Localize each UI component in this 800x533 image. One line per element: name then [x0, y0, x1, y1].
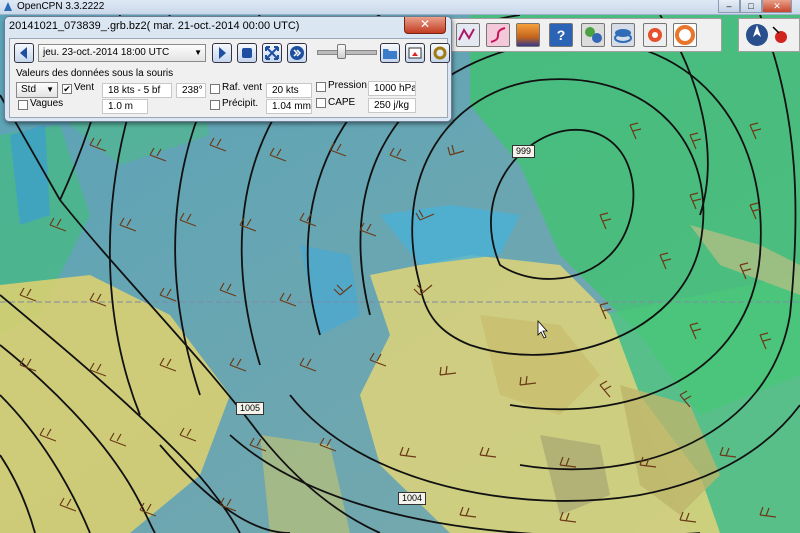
- next-time-button[interactable]: [212, 43, 232, 63]
- pressure-field: 1000 hPa: [368, 81, 416, 96]
- play-button[interactable]: [287, 43, 307, 63]
- grib-dialog: 20141021_073839_.grb.bz2( mar. 21-oct.-2…: [4, 16, 452, 122]
- isobar-label-999: 999: [512, 145, 536, 158]
- chevron-down-icon: ▼: [46, 85, 54, 94]
- tides-icon[interactable]: [516, 23, 540, 47]
- chevron-down-icon: ▼: [194, 48, 202, 57]
- waves-label: Vagues: [30, 98, 64, 109]
- waves-field: 1.0 m: [102, 99, 148, 114]
- open-file-button[interactable]: [380, 43, 400, 63]
- settings-icon[interactable]: [581, 23, 605, 47]
- data-section-label: Valeurs des données sous la souris: [16, 68, 174, 79]
- route-icon[interactable]: [486, 23, 510, 47]
- time-slider-track[interactable]: [317, 50, 377, 55]
- compass-widget[interactable]: [738, 18, 800, 52]
- zoom-to-grib-button[interactable]: [262, 43, 282, 63]
- precip-checkbox[interactable]: [210, 100, 220, 110]
- gust-label: Raf. vent: [222, 82, 263, 93]
- app-titlebar: OpenCPN 3.3.2222 – □ ✕: [0, 0, 800, 15]
- mode-select-value: Std: [21, 84, 37, 95]
- precip-label: Précipit.: [222, 98, 259, 109]
- isobar-label-1005: 1005: [236, 402, 265, 415]
- time-slider-thumb[interactable]: [337, 44, 346, 59]
- grib-close-button[interactable]: ✕: [404, 17, 446, 34]
- prev-time-button[interactable]: [14, 43, 34, 63]
- waves-checkbox[interactable]: [18, 100, 28, 110]
- pressure-checkbox[interactable]: [316, 82, 326, 92]
- wind-direction-field: 238°: [176, 83, 206, 98]
- layers-icon[interactable]: [611, 23, 635, 47]
- time-select[interactable]: jeu. 23-oct.-2014 18:00 UTC ▼: [38, 44, 206, 62]
- isobar-label-1004: 1004: [398, 492, 427, 505]
- man-overboard-icon[interactable]: [643, 23, 667, 47]
- app-logo-icon: [4, 2, 12, 11]
- wind-checkbox[interactable]: ✔: [62, 84, 72, 94]
- request-button[interactable]: [405, 43, 425, 63]
- grib-panel: jeu. 23-oct.-2014 18:00 UTC ▼ Valeurs de…: [9, 38, 450, 118]
- cape-checkbox[interactable]: [316, 98, 326, 108]
- maximize-button[interactable]: □: [740, 0, 762, 13]
- minimize-button[interactable]: –: [718, 0, 740, 13]
- mode-select[interactable]: Std ▼: [16, 82, 58, 98]
- cape-label: CAPE: [328, 97, 356, 108]
- wind-speed-field: 18 kts - 5 bf: [102, 83, 172, 98]
- grib-dialog-title: 20141021_073839_.grb.bz2( mar. 21-oct.-2…: [9, 20, 300, 32]
- help-icon[interactable]: ?: [549, 23, 573, 47]
- gust-checkbox[interactable]: [210, 84, 220, 94]
- cape-field: 250 j/kg: [368, 98, 416, 113]
- wind-label: Vent: [74, 82, 95, 93]
- grib-chart-icon[interactable]: [456, 23, 480, 47]
- lifebuoy-icon[interactable]: [673, 23, 697, 47]
- grib-settings-button[interactable]: [430, 43, 450, 63]
- app-title: OpenCPN 3.3.2222: [17, 1, 105, 12]
- precip-field: 1.04 mm: [266, 99, 312, 114]
- pressure-label: Pression: [328, 80, 367, 91]
- main-toolbar: ?: [450, 18, 722, 52]
- gust-field: 20 kts: [266, 83, 312, 98]
- now-button[interactable]: [237, 43, 257, 63]
- time-select-value: jeu. 23-oct.-2014 18:00 UTC: [43, 47, 170, 58]
- close-app-button[interactable]: ✕: [762, 0, 792, 13]
